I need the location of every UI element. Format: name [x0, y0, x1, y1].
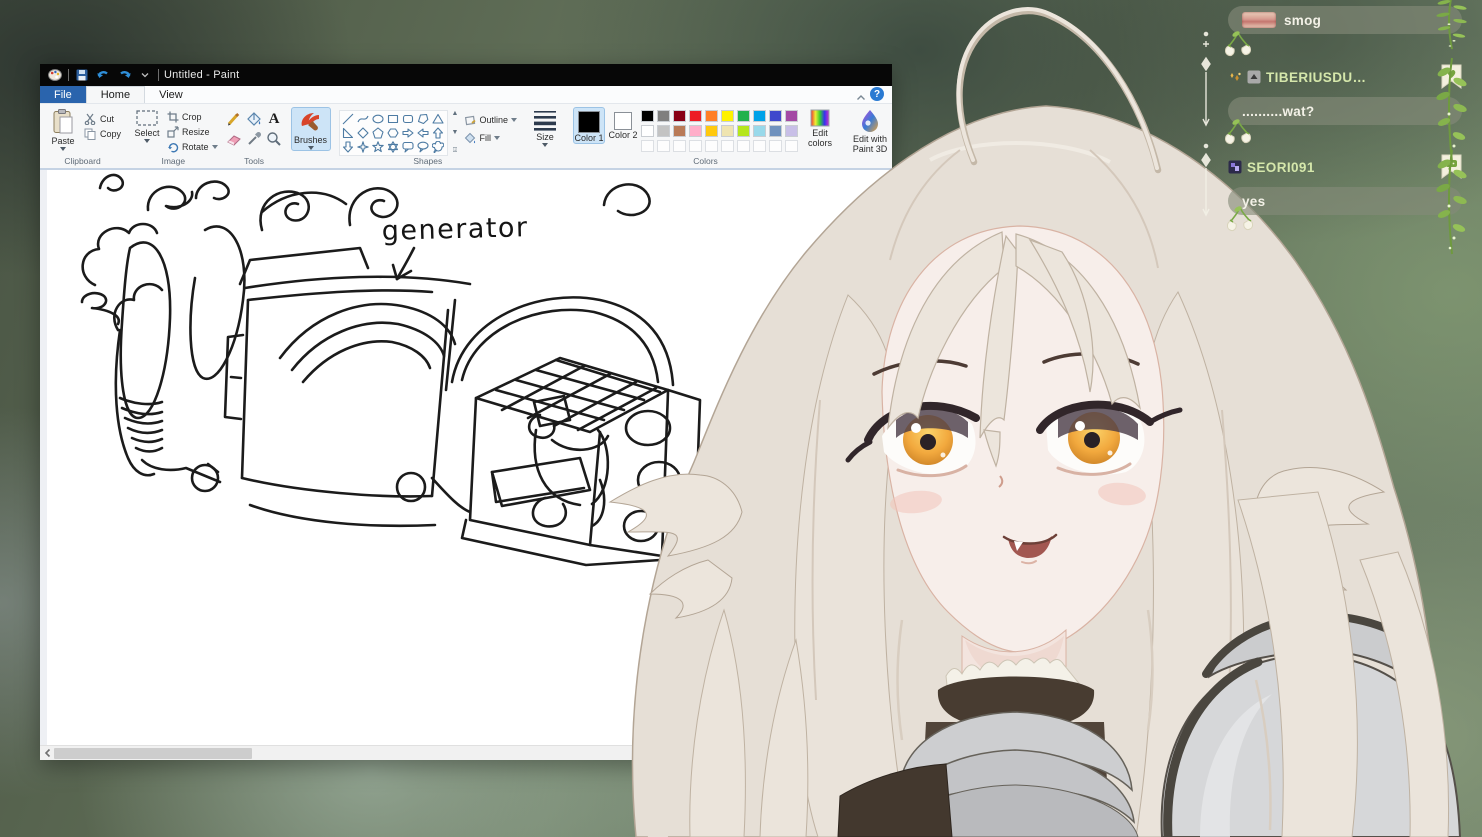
- chat-text: yes: [1242, 193, 1266, 209]
- heart-bookmark[interactable]: [1441, 64, 1462, 90]
- chat-message: TIBERIUSDU… ..........wat?: [1228, 64, 1462, 125]
- chat-message: smog: [1228, 6, 1462, 34]
- chat-header: TIBERIUSDU…: [1228, 64, 1462, 90]
- purple-subscriber-badge: [1228, 160, 1242, 174]
- stream-screen: Untitled - Paint File Home View ? Paste: [0, 0, 1482, 837]
- chat-bubble[interactable]: yes: [1228, 187, 1462, 215]
- chat-message: SEORI091 yes: [1228, 154, 1462, 215]
- chat-header: SEORI091: [1228, 154, 1462, 180]
- chat-bubble[interactable]: smog: [1228, 6, 1462, 34]
- gray-arrow-badge: [1247, 70, 1261, 84]
- chat-text: ..........wat?: [1242, 103, 1315, 119]
- chat-text: smog: [1284, 12, 1322, 28]
- chat-bubble[interactable]: ..........wat?: [1228, 97, 1462, 125]
- chat-username[interactable]: SEORI091: [1247, 160, 1315, 175]
- chat-username[interactable]: TIBERIUSDU…: [1266, 70, 1366, 85]
- chat-bookmark[interactable]: [1441, 154, 1462, 180]
- pink-smudge-emote: [1242, 12, 1276, 28]
- gold-sparkle-badge: [1230, 72, 1241, 81]
- vtuber-avatar: [608, 7, 1462, 837]
